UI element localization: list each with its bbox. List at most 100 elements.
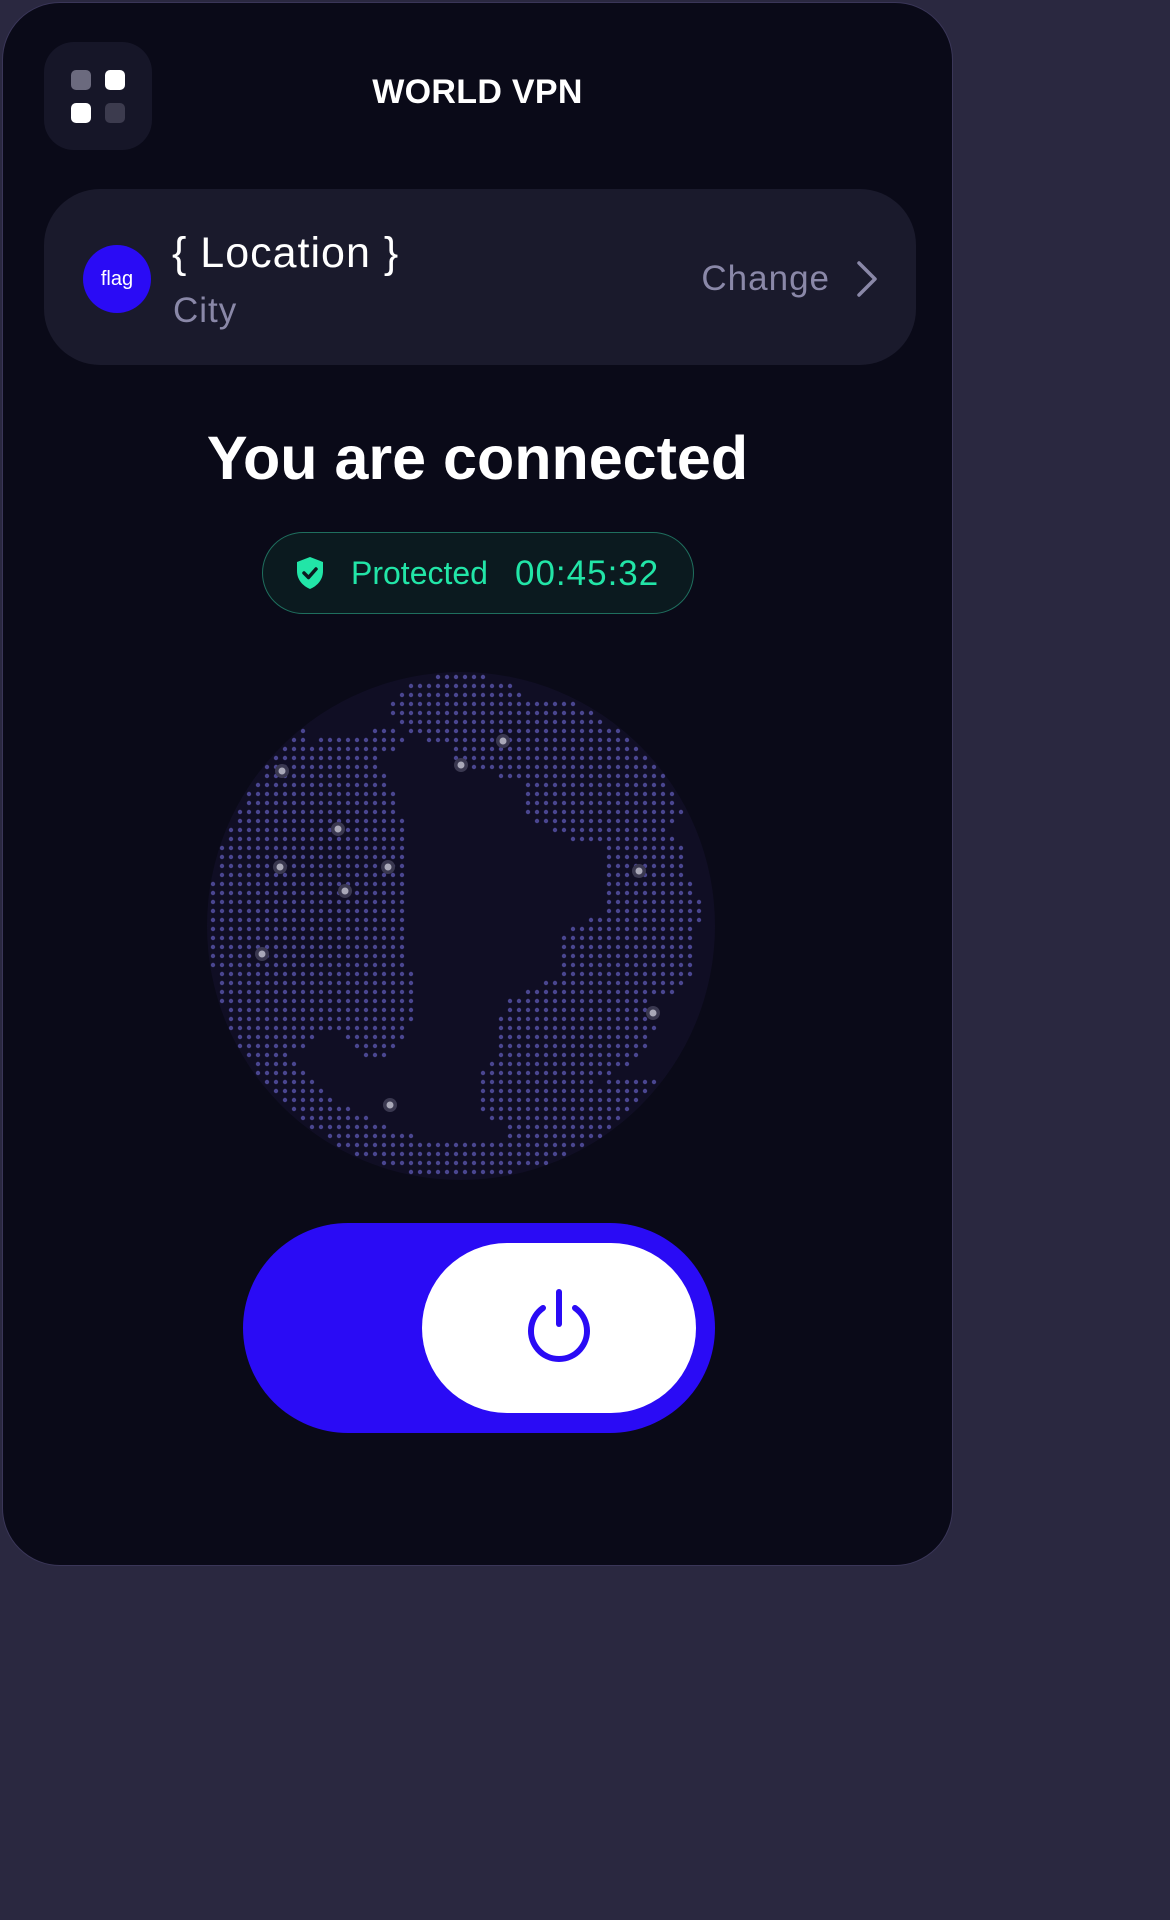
globe-dot (633, 800, 639, 806)
globe-dot (678, 845, 684, 851)
globe-dot (282, 854, 288, 860)
globe-dot (336, 854, 342, 860)
globe-dot (435, 692, 441, 698)
globe-dot (309, 746, 315, 752)
globe-dot (309, 998, 315, 1004)
globe-dot (327, 1124, 333, 1130)
globe-dot (390, 1007, 396, 1013)
globe-dot (363, 773, 369, 779)
globe-dot (237, 926, 243, 932)
globe-dot (390, 728, 396, 734)
globe-dot (309, 944, 315, 950)
globe-dot (615, 1052, 621, 1058)
globe-dot (372, 890, 378, 896)
globe-dot (624, 1043, 630, 1049)
change-location-button[interactable]: Change (701, 259, 878, 299)
globe-dot (264, 935, 270, 941)
globe-dot (381, 1007, 387, 1013)
globe-dot (390, 1151, 396, 1157)
globe-dot (615, 872, 621, 878)
globe-dot (516, 1070, 522, 1076)
globe-dot (282, 755, 288, 761)
globe-dot (354, 881, 360, 887)
globe-dot (498, 755, 504, 761)
globe-dot (381, 881, 387, 887)
globe-dot (624, 872, 630, 878)
globe-dot (579, 836, 585, 842)
globe-dot (246, 863, 252, 869)
globe-dot (642, 845, 648, 851)
globe-dot (579, 1142, 585, 1148)
toggle-knob[interactable] (422, 1243, 696, 1413)
globe-dot (615, 755, 621, 761)
globe-dot (669, 800, 675, 806)
globe-dot (282, 791, 288, 797)
location-card[interactable]: flag { Location } City Change (44, 189, 916, 365)
globe-dot (588, 1052, 594, 1058)
globe-dot (318, 1124, 324, 1130)
globe-dot (327, 989, 333, 995)
globe-dot (642, 944, 648, 950)
globe-dot (318, 872, 324, 878)
globe-dot (273, 935, 279, 941)
connection-toggle[interactable] (243, 1223, 715, 1433)
globe-dot (291, 827, 297, 833)
globe-dot (291, 1070, 297, 1076)
globe-dot (327, 1106, 333, 1112)
globe-dot (345, 854, 351, 860)
globe-dot (354, 935, 360, 941)
globe-dot (282, 926, 288, 932)
globe-dot (318, 782, 324, 788)
globe-dot (507, 692, 513, 698)
globe-dot (273, 791, 279, 797)
globe-dot (318, 971, 324, 977)
globe-dot (219, 872, 225, 878)
globe-dot (219, 980, 225, 986)
country-flag: flag (83, 245, 151, 313)
globe-dot (507, 1079, 513, 1085)
globe-dot (246, 962, 252, 968)
globe-dot (615, 989, 621, 995)
globe-dot (588, 791, 594, 797)
change-label: Change (701, 259, 830, 298)
globe-dot (642, 998, 648, 1004)
globe-dot (543, 1133, 549, 1139)
globe-dot (597, 800, 603, 806)
globe-dot (336, 971, 342, 977)
globe-dot (579, 791, 585, 797)
globe-dot (264, 872, 270, 878)
globe-dot (660, 773, 666, 779)
globe-dot (327, 962, 333, 968)
globe-dot (633, 989, 639, 995)
globe-dot (300, 1079, 306, 1085)
globe-dot (615, 899, 621, 905)
globe-dot (381, 926, 387, 932)
globe-dot (219, 953, 225, 959)
globe-dot (399, 827, 405, 833)
globe-dot (282, 1034, 288, 1040)
globe-dot (543, 980, 549, 986)
globe-dot (498, 710, 504, 716)
globe-dot (237, 917, 243, 923)
globe-dot (318, 917, 324, 923)
globe-dot (597, 989, 603, 995)
globe-dot (543, 1052, 549, 1058)
globe-dot (633, 1043, 639, 1049)
globe-dot (426, 1160, 432, 1166)
globe-dot (291, 773, 297, 779)
globe-dot (237, 854, 243, 860)
globe-dot (354, 746, 360, 752)
globe-dot (399, 998, 405, 1004)
globe-dot (372, 1025, 378, 1031)
globe-dot (399, 1151, 405, 1157)
globe-dot (471, 701, 477, 707)
globe-dot (255, 908, 261, 914)
globe-dot (561, 1061, 567, 1067)
globe-dot (543, 755, 549, 761)
globe-dot (570, 1070, 576, 1076)
globe-dot (651, 926, 657, 932)
globe-dot (678, 890, 684, 896)
globe-dot (327, 782, 333, 788)
globe-dot (255, 1007, 261, 1013)
globe-dot (471, 1151, 477, 1157)
